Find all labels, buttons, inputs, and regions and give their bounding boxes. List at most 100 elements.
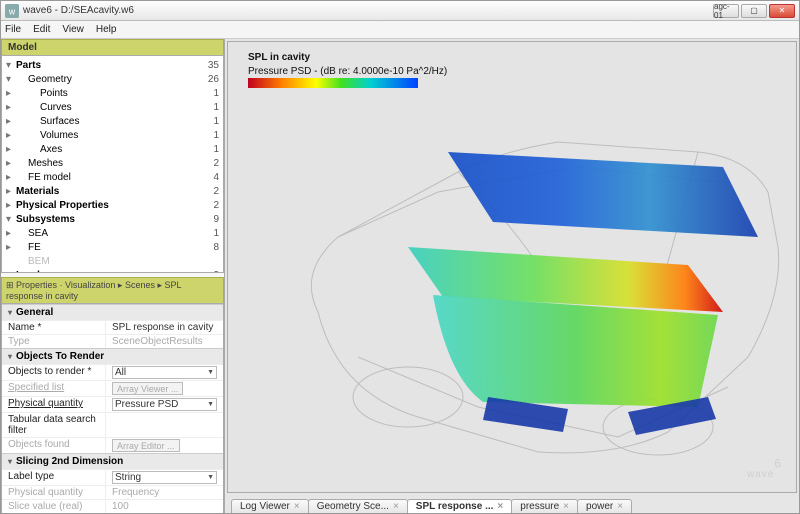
tree-arrow-icon: ▾ [6,60,16,71]
tree-item-label: Loads [16,270,197,274]
s-physqty-value: Frequency [106,486,223,499]
titlebar: w wave6 - D:/SEAcavity.w6 agc-01 ▢ ✕ [1,1,799,21]
menu-help[interactable]: Help [96,24,117,35]
tree-item-label: Volumes [16,130,197,141]
view-tab[interactable]: SPL response ...× [407,499,512,513]
tree-arrow-icon: ▸ [6,130,16,141]
close-button[interactable]: ✕ [769,4,795,18]
specified-list-button[interactable]: Array Viewer ... [112,382,183,395]
main-area: SPL in cavity Pressure PSD - (dB re: 4.0… [225,39,799,513]
tree-item[interactable]: ▸Physical Properties2 [2,198,223,212]
simulation-render [278,97,788,467]
tree-item[interactable]: ▸Points1 [2,86,223,100]
tree-arrow-icon: ▸ [6,88,16,99]
tree-item-label: Surfaces [16,116,197,127]
tree-item[interactable]: BEM [2,254,223,268]
tree-item-label: Parts [16,60,197,71]
section-objects-to-render[interactable]: ▾Objects To Render [2,348,223,364]
view-tab[interactable]: power× [577,499,632,513]
section-slicing-2nd[interactable]: ▾Slicing 2nd Dimension [2,453,223,469]
objects-to-render-dropdown[interactable]: All▼ [112,366,217,379]
tree-item[interactable]: ▸FE8 [2,240,223,254]
minimize-button[interactable]: agc-01 [713,4,739,18]
menu-edit[interactable]: Edit [33,24,50,35]
tree-item[interactable]: ▸Volumes1 [2,128,223,142]
menu-view[interactable]: View [62,24,84,35]
prop-tdsfilter-label: Tabular data search filter [2,413,106,437]
tree-item-count: 1 [197,88,219,99]
properties-breadcrumb[interactable]: ⊞ Properties · Visualization ▸ Scenes ▸ … [1,277,224,303]
colorbar [248,78,418,88]
model-panel-header[interactable]: Model [1,39,224,55]
view-tab[interactable]: pressure × [511,499,578,513]
tab-label: pressure [520,501,559,512]
collapse-icon: ▾ [8,457,12,466]
tds-filter-field[interactable] [106,413,223,437]
maximize-button[interactable]: ▢ [741,4,767,18]
tab-close-icon[interactable]: × [294,501,300,512]
tree-item[interactable]: ▸Meshes2 [2,156,223,170]
tree-item-label: BEM [16,256,197,267]
tree-item-label: Materials [16,186,197,197]
tree-item-label: Geometry [16,74,197,85]
tree-item-count: 35 [197,60,219,71]
tree-item-count: 2 [197,186,219,197]
tab-label: SPL response ... [416,501,494,512]
properties-grid: ▾General Name *SPL response in cavity Ty… [1,303,224,513]
tree-item-count: 9 [197,214,219,225]
tree-item[interactable]: ▾Subsystems9 [2,212,223,226]
tab-close-icon[interactable]: × [393,501,399,512]
prop-s-physqty-label: Physical quantity [2,486,106,499]
tab-close-icon[interactable]: × [563,501,569,512]
tree-item[interactable]: ▸Materials2 [2,184,223,198]
tab-label: Log Viewer [240,501,290,512]
tree-item-label: SEA [16,228,197,239]
workspace: Model ▾Parts35▾Geometry26▸Points1▸Curves… [1,39,799,513]
prop-name-label: Name * [2,321,106,334]
tree-item-count: 1 [197,102,219,113]
tree-arrow-icon: ▸ [6,200,16,211]
tree-arrow-icon: ▾ [6,74,16,85]
tree-item[interactable]: ▸Surfaces1 [2,114,223,128]
label-type-dropdown[interactable]: String▼ [112,471,217,484]
view-tab[interactable]: Log Viewer × [231,499,309,513]
tree-item-count: 2 [197,158,219,169]
tree-item[interactable]: ▸Loads3 [2,268,223,273]
physical-quantity-dropdown[interactable]: Pressure PSD▼ [112,398,217,411]
legend-subtitle: Pressure PSD - (dB re: 4.0000e-10 Pa^2/H… [248,66,447,77]
menubar: File Edit View Help [1,21,799,39]
model-tree[interactable]: ▾Parts35▾Geometry26▸Points1▸Curves1▸Surf… [1,55,224,273]
app-icon: w [5,4,19,18]
tree-item[interactable]: ▾Geometry26 [2,72,223,86]
tree-item[interactable]: ▾Parts35 [2,58,223,72]
view-tab[interactable]: Geometry Sce...× [308,499,408,513]
tree-item[interactable]: ▸SEA1 [2,226,223,240]
tree-item-label: Axes [16,144,197,155]
collapse-icon: ▾ [8,308,12,317]
tree-item-label: Meshes [16,158,197,169]
tree-item[interactable]: ▸Axes1 [2,142,223,156]
tree-item[interactable]: ▸FE model4 [2,170,223,184]
app-window: w wave6 - D:/SEAcavity.w6 agc-01 ▢ ✕ Fil… [0,0,800,514]
3d-viewport[interactable]: SPL in cavity Pressure PSD - (dB re: 4.0… [227,41,797,493]
sidebar: Model ▾Parts35▾Geometry26▸Points1▸Curves… [1,39,225,513]
prop-type-value: SceneObjectResults [106,335,223,348]
tree-arrow-icon: ▸ [6,102,16,113]
tab-close-icon[interactable]: × [617,501,623,512]
prop-labeltype-label: Label type [2,470,106,485]
prop-objfound-label: Objects found [2,438,106,453]
section-general[interactable]: ▾General [2,304,223,320]
tree-arrow-icon: ▸ [6,186,16,197]
caret-down-icon: ▼ [207,369,214,376]
properties-panel: ⊞ Properties · Visualization ▸ Scenes ▸ … [1,277,224,513]
tree-item-count: 1 [197,130,219,141]
tree-item-count: 8 [197,242,219,253]
tree-arrow-icon: ▸ [6,270,16,274]
window-title: wave6 - D:/SEAcavity.w6 [23,5,713,16]
tab-close-icon[interactable]: × [497,501,503,512]
tree-item[interactable]: ▸Curves1 [2,100,223,114]
objects-found-button[interactable]: Array Editor ... [112,439,180,452]
menu-file[interactable]: File [5,24,21,35]
legend-title: SPL in cavity [248,52,310,63]
prop-name-value[interactable]: SPL response in cavity [106,321,223,334]
